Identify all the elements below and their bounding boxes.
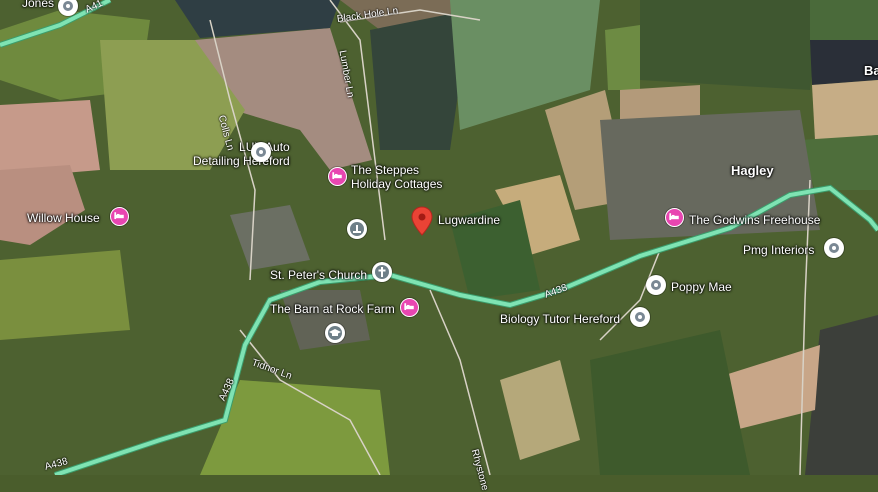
poi-label-steppes-line1: The Steppes	[351, 163, 420, 177]
poi-jones[interactable]	[58, 0, 78, 16]
hotel-willow-house[interactable]	[110, 207, 129, 226]
location-dot-icon	[829, 243, 839, 253]
poi-label-lux-line1: LUX Auto	[239, 140, 290, 154]
bed-icon	[114, 212, 124, 220]
poi-label-poppy-mae: Poppy Mae	[671, 280, 732, 294]
red-location-pin-icon	[411, 206, 433, 236]
bed-icon	[332, 172, 342, 180]
field-green-small	[605, 25, 640, 90]
graduation-cap-icon	[328, 326, 342, 340]
field-left-yellow	[0, 250, 130, 340]
cross-icon	[375, 265, 389, 279]
poi-label-lux-line2: Detailing Hereford	[193, 154, 290, 168]
field-dark-green-right	[640, 0, 820, 90]
poi-label-st-peters-church: St. Peter's Church	[270, 268, 367, 282]
place-label-ba: Ba	[864, 63, 878, 78]
poi-pmg-interiors[interactable]	[824, 238, 844, 258]
satellite-map[interactable]	[0, 0, 878, 475]
field-tan-right	[812, 80, 878, 140]
poi-poppy-mae[interactable]	[646, 275, 666, 295]
field-green-topright	[810, 0, 878, 40]
place-label-jones: Jones	[22, 0, 55, 10]
field-pink-left	[0, 100, 100, 175]
fountain-icon	[350, 222, 364, 236]
hotel-steppes[interactable]	[328, 167, 347, 186]
hotel-barn-rock-farm[interactable]	[400, 298, 419, 317]
poi-park[interactable]	[347, 219, 367, 239]
bed-icon	[669, 213, 679, 221]
poi-label-willow-house: Willow House	[27, 211, 100, 225]
place-label-lugwardine: Lugwardine	[438, 213, 501, 227]
poi-label-lux-auto: LUX Auto Detailing Hereford	[193, 140, 290, 168]
poi-label-biology-tutor: Biology Tutor Hereford	[500, 312, 621, 326]
location-dot-icon	[635, 312, 645, 322]
poi-biology-tutor[interactable]	[630, 307, 650, 327]
poi-label-pmg-interiors: Pmg Interiors	[743, 243, 815, 257]
poi-lux-auto[interactable]	[251, 142, 271, 162]
bed-icon	[404, 303, 414, 311]
poi-label-steppes-line2: Holiday Cottages	[351, 177, 443, 191]
place-label-hagley: Hagley	[731, 163, 774, 178]
poi-st-peters-church[interactable]	[372, 262, 392, 282]
poi-label-godwins: The Godwins Freehouse	[689, 213, 821, 227]
poi-label-steppes: The Steppes Holiday Cottages	[351, 163, 442, 191]
location-dot-icon	[256, 147, 266, 157]
selected-pin-lugwardine[interactable]	[411, 206, 433, 236]
location-dot-icon	[63, 1, 73, 11]
poi-school[interactable]	[325, 323, 345, 343]
hotel-godwins[interactable]	[665, 208, 684, 227]
poi-label-barn-rock-farm: The Barn at Rock Farm	[270, 302, 395, 316]
location-dot-icon	[651, 280, 661, 290]
